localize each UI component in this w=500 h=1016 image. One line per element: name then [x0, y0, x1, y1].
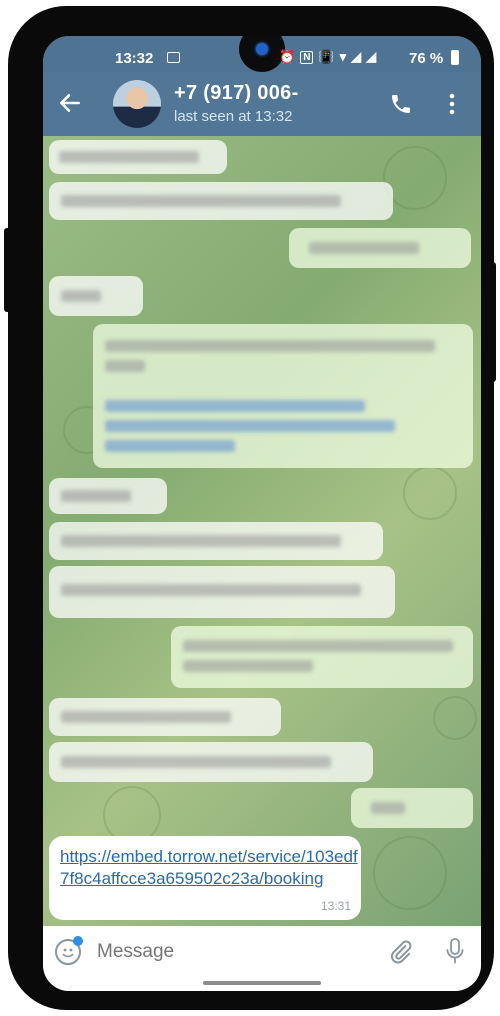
- status-time: 13:32: [115, 50, 154, 67]
- message-bubble-incoming[interactable]: [49, 140, 227, 174]
- message-bubble-incoming[interactable]: [49, 522, 383, 560]
- battery-icon: [451, 50, 459, 65]
- phone-call-icon[interactable]: [389, 92, 413, 116]
- blurred-text: [61, 584, 361, 596]
- background-doodle: [373, 836, 447, 910]
- message-bubble-incoming[interactable]: [49, 478, 167, 514]
- message-bubble-outgoing[interactable]: [351, 788, 473, 828]
- message-bubble-outgoing[interactable]: [171, 626, 473, 688]
- message-bubble-incoming[interactable]: [49, 698, 281, 736]
- message-bubble-link[interactable]: https://embed.torrow.net/service/103edf7…: [49, 836, 361, 920]
- blurred-text: [371, 802, 405, 814]
- battery-percent: 76 %: [409, 50, 444, 67]
- blurred-text: [309, 242, 419, 254]
- background-doodle: [433, 696, 477, 740]
- signal-icon: ◢: [351, 49, 362, 64]
- more-vertical-icon[interactable]: [448, 92, 456, 116]
- message-composer: [43, 926, 481, 978]
- gallery-icon: [167, 52, 180, 63]
- blurred-text: [61, 290, 101, 302]
- blurred-text: [61, 535, 341, 547]
- alarm-icon: ⏰: [279, 49, 296, 64]
- paperclip-icon[interactable]: [387, 938, 413, 966]
- message-bubble-incoming[interactable]: [49, 742, 373, 782]
- wifi-icon: ▾: [339, 49, 347, 64]
- blurred-text: [183, 660, 313, 672]
- vibrate-icon: 📳: [318, 49, 335, 64]
- screen: 13:32 ⏰ N 📳 ▾ ◢ ◢ 76 % +7 (917) 006- las…: [43, 36, 481, 991]
- signal-icon-2: ◢: [366, 49, 377, 64]
- nfc-icon: N: [300, 50, 314, 64]
- blurred-text: [61, 756, 331, 768]
- blurred-text: [59, 151, 199, 163]
- blurred-link: [105, 420, 395, 432]
- blurred-text: [105, 360, 145, 372]
- status-icons: ⏰ N 📳 ▾ ◢ ◢: [279, 49, 376, 65]
- message-bubble-incoming[interactable]: [49, 276, 143, 316]
- chat-area[interactable]: https://embed.torrow.net/service/103edf7…: [43, 136, 481, 926]
- contact-name[interactable]: +7 (917) 006-: [174, 82, 299, 105]
- contact-status: last seen at 13:32: [174, 108, 293, 125]
- blurred-text: [61, 711, 231, 723]
- microphone-icon[interactable]: [445, 937, 465, 967]
- notification-dot: [73, 936, 83, 946]
- background-doodle: [403, 466, 457, 520]
- message-time: 13:31: [320, 899, 351, 913]
- back-arrow-icon[interactable]: [57, 90, 83, 116]
- blurred-text: [105, 340, 435, 352]
- blurred-text: [183, 640, 453, 652]
- blurred-link: [105, 400, 365, 412]
- phone-frame: 13:32 ⏰ N 📳 ▾ ◢ ◢ 76 % +7 (917) 006- las…: [8, 6, 494, 1010]
- booking-link[interactable]: https://embed.torrow.net/service/103edf7…: [60, 846, 360, 890]
- home-indicator: [43, 978, 481, 991]
- status-bar: 13:32 ⏰ N 📳 ▾ ◢ ◢ 76 %: [43, 36, 481, 72]
- message-input[interactable]: [97, 941, 367, 963]
- message-bubble-outgoing[interactable]: [93, 324, 473, 468]
- blurred-text: [61, 195, 341, 207]
- blurred-text: [61, 490, 131, 502]
- message-bubble-incoming[interactable]: [49, 566, 395, 618]
- blurred-link: [105, 440, 235, 452]
- avatar[interactable]: [113, 80, 161, 128]
- message-bubble-outgoing[interactable]: [289, 228, 471, 268]
- message-bubble-incoming[interactable]: [49, 182, 393, 220]
- chat-header: +7 (917) 006- last seen at 13:32: [43, 72, 481, 136]
